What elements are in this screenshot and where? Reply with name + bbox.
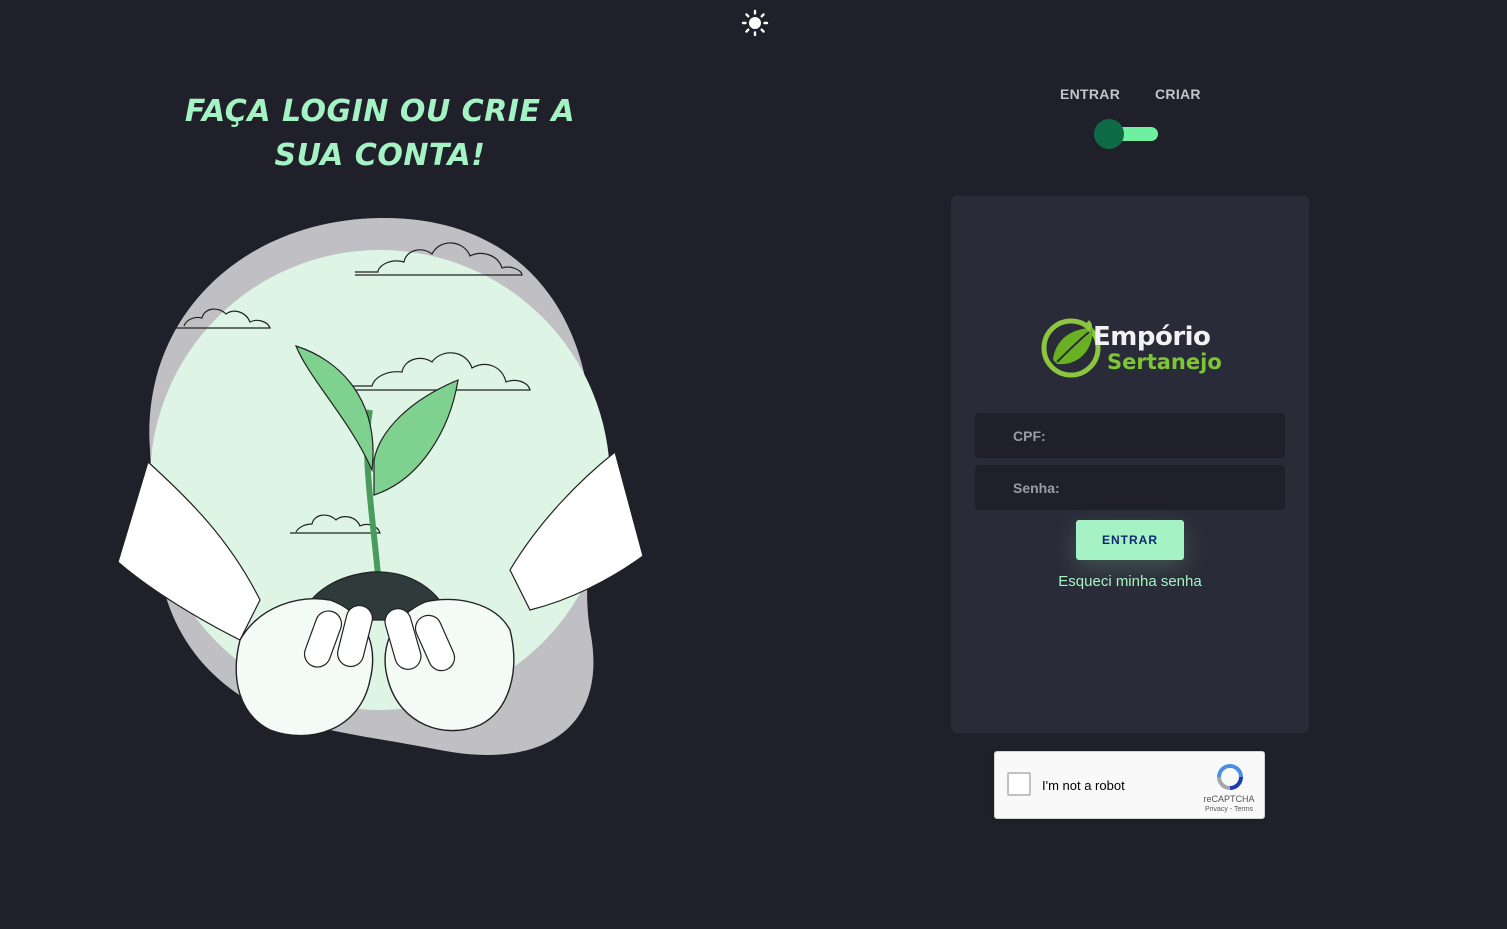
- auth-mode-toggle[interactable]: [1094, 119, 1158, 149]
- brand-name-bottom: Sertanejo: [1107, 350, 1222, 374]
- brand-name-top: Empório: [1093, 322, 1211, 352]
- senha-field: [975, 465, 1285, 510]
- headline-line-1: FAÇA LOGIN OU CRIE A: [184, 94, 576, 129]
- recaptcha-brand: reCAPTCHA: [1203, 794, 1255, 804]
- tab-criar[interactable]: CRIAR: [1155, 86, 1201, 102]
- auth-mode-tabs: ENTRAR CRIAR: [1040, 86, 1220, 110]
- tab-entrar[interactable]: ENTRAR: [1060, 86, 1120, 102]
- senha-input[interactable]: [975, 465, 1285, 510]
- leaf-logo-icon: [1041, 318, 1101, 378]
- recaptcha-widget: I'm not a robot reCAPTCHA Privacy - Term…: [994, 751, 1265, 819]
- plant-in-hands-illustration: [110, 210, 650, 760]
- cpf-input[interactable]: [975, 413, 1285, 458]
- toggle-knob: [1094, 119, 1124, 149]
- entrar-button[interactable]: ENTRAR: [1076, 520, 1184, 560]
- recaptcha-logo-icon: [1217, 764, 1243, 790]
- login-card: Empório Sertanejo ENTRAR Esqueci minha s…: [951, 196, 1309, 733]
- recaptcha-label: I'm not a robot: [1042, 778, 1125, 793]
- headline-line-2: SUA CONTA!: [274, 138, 486, 173]
- sun-icon: [741, 9, 769, 37]
- page-headline: FAÇA LOGIN OU CRIE A SUA CONTA!: [180, 90, 580, 178]
- theme-toggle-button[interactable]: [740, 9, 770, 39]
- brand-logo: Empório Sertanejo: [1041, 312, 1222, 382]
- recaptcha-checkbox[interactable]: [1007, 772, 1031, 796]
- recaptcha-links[interactable]: Privacy - Terms: [1191, 806, 1267, 813]
- forgot-password-link[interactable]: Esqueci minha senha: [951, 573, 1309, 590]
- cpf-field: [975, 413, 1285, 458]
